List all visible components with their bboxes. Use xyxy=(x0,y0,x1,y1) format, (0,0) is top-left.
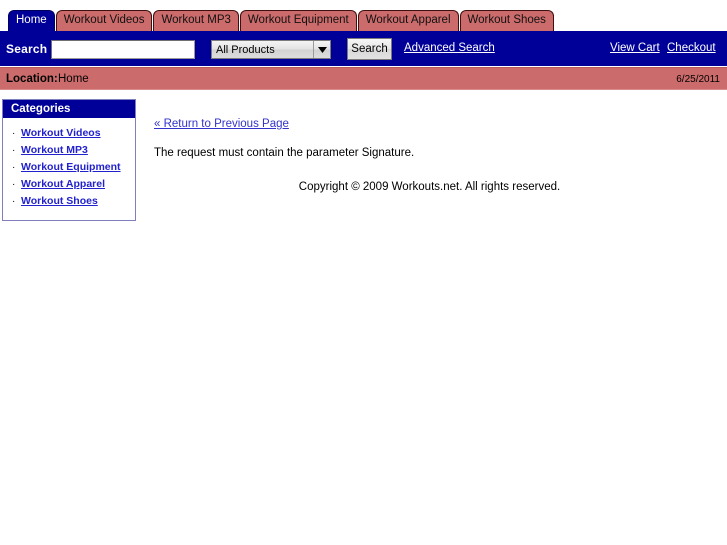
advanced-search-link[interactable]: Advanced Search xyxy=(404,42,495,54)
bullet-icon: · xyxy=(12,162,16,173)
tab-home[interactable]: Home xyxy=(8,10,55,31)
tab-workout-mp3[interactable]: Workout MP3 xyxy=(153,10,239,31)
sidebar-item-workout-equipment[interactable]: Workout Equipment xyxy=(21,161,121,173)
category-select-label: All Products xyxy=(216,43,275,56)
return-to-previous-page-link[interactable]: « Return to Previous Page xyxy=(154,118,289,130)
chevron-down-icon[interactable] xyxy=(313,41,330,58)
search-input[interactable] xyxy=(51,40,195,59)
sidebar-item-workout-shoes[interactable]: Workout Shoes xyxy=(21,195,98,207)
list-item: · Workout Videos xyxy=(3,125,135,142)
sidebar-list: · Workout Videos · Workout MP3 · Workout… xyxy=(3,118,135,220)
sidebar-header: Categories xyxy=(3,100,135,118)
search-label: Search xyxy=(6,42,48,56)
sidebar-item-workout-apparel[interactable]: Workout Apparel xyxy=(21,178,105,190)
location-label: Location: xyxy=(6,73,58,85)
tab-workout-shoes[interactable]: Workout Shoes xyxy=(459,10,554,31)
checkout-link[interactable]: Checkout xyxy=(667,42,716,54)
bullet-icon: · xyxy=(12,128,16,139)
category-select[interactable]: All Products xyxy=(211,40,331,59)
tab-strip: Home Workout Videos Workout MP3 Workout … xyxy=(8,10,555,31)
tab-workout-apparel[interactable]: Workout Apparel xyxy=(357,10,459,31)
list-item: · Workout Apparel xyxy=(3,176,135,193)
location-date: 6/25/2011 xyxy=(676,74,720,85)
list-item: · Workout Equipment xyxy=(3,159,135,176)
location-bar: Location: Home 6/25/2011 xyxy=(0,67,727,90)
location-value: Home xyxy=(58,73,89,85)
tab-workout-videos[interactable]: Workout Videos xyxy=(55,10,153,31)
bullet-icon: · xyxy=(12,145,16,156)
view-cart-link[interactable]: View Cart xyxy=(610,42,660,54)
sidebar-item-workout-videos[interactable]: Workout Videos xyxy=(21,127,101,139)
bullet-icon: · xyxy=(12,196,16,207)
list-item: · Workout MP3 xyxy=(3,142,135,159)
list-item: · Workout Shoes xyxy=(3,193,135,210)
error-message: The request must contain the parameter S… xyxy=(154,147,415,159)
sidebar-item-workout-mp3[interactable]: Workout MP3 xyxy=(21,144,88,156)
categories-sidebar: Categories · Workout Videos · Workout MP… xyxy=(2,99,136,221)
bullet-icon: · xyxy=(12,179,16,190)
tab-workout-equipment[interactable]: Workout Equipment xyxy=(239,10,357,31)
main-content: « Return to Previous Page The request mu… xyxy=(146,99,721,193)
copyright-notice: Copyright © 2009 Workouts.net. All right… xyxy=(298,181,561,193)
search-button[interactable]: Search xyxy=(347,38,392,60)
tab-bar: Home Workout Videos Workout MP3 Workout … xyxy=(0,0,727,31)
